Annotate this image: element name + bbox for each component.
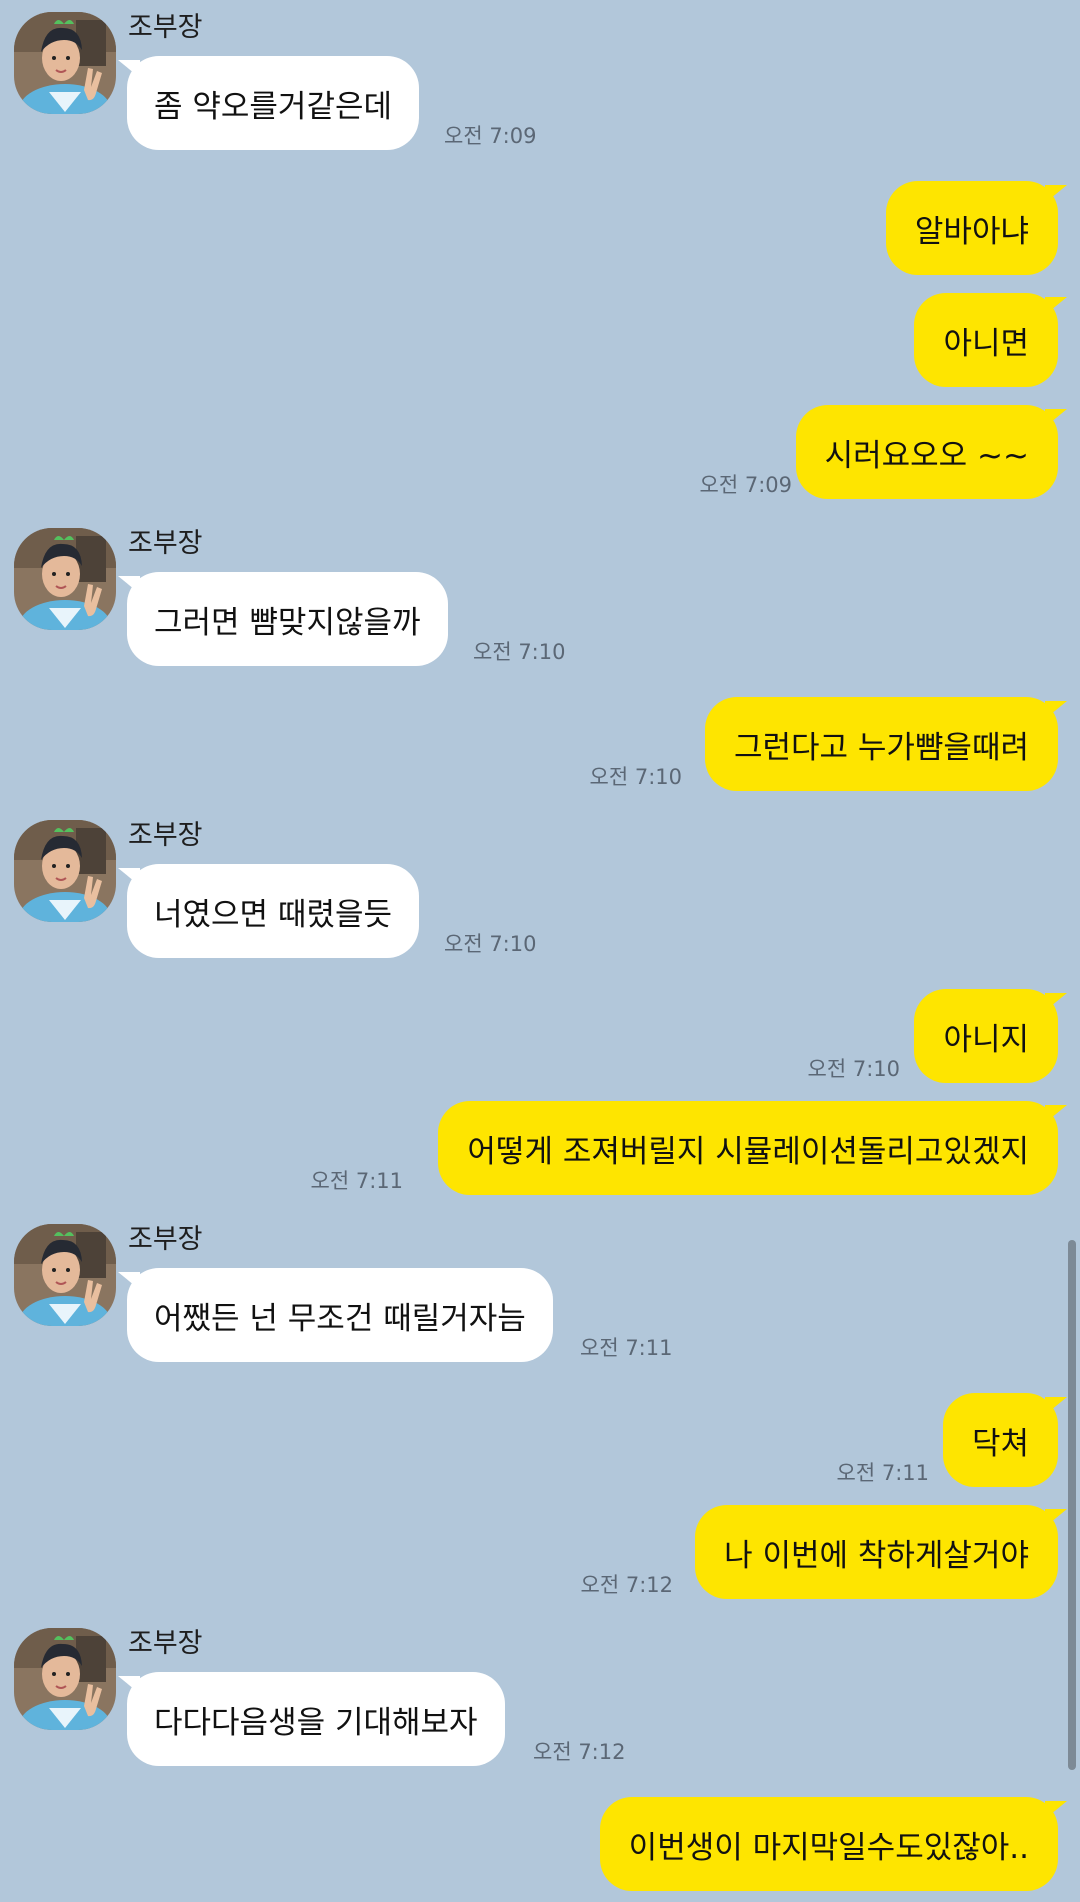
message-time: 오전 7:10 xyxy=(589,765,682,789)
message-time: 오전 7:11 xyxy=(310,1169,403,1193)
incoming-message[interactable]: 다다다음생을 기대해보자 xyxy=(118,1672,505,1766)
message-time: 오전 7:10 xyxy=(473,640,566,664)
message-time: 오전 7:12 xyxy=(580,1573,673,1597)
outgoing-message[interactable]: 아니면 xyxy=(914,293,1067,387)
incoming-message[interactable]: 너였으면 때렸을듯 xyxy=(117,864,420,958)
outgoing-message[interactable]: 나 이번에 착하게살거야 xyxy=(695,1505,1067,1599)
outgoing-message[interactable]: 닥쳐 xyxy=(942,1393,1068,1487)
incoming-message[interactable]: 그러면 뺨맞지않을까 xyxy=(118,572,448,666)
avatar[interactable] xyxy=(14,820,116,922)
message-time: 오전 7:12 xyxy=(533,1740,626,1764)
message-time: 오전 7:09 xyxy=(444,124,537,148)
profile-photo-icon xyxy=(14,1628,116,1730)
avatar[interactable] xyxy=(14,12,116,114)
sender-name: 조부장 xyxy=(128,12,203,43)
message-time: 오전 7:11 xyxy=(836,1461,929,1485)
scrollbar[interactable] xyxy=(1068,1240,1076,1770)
message-time: 오전 7:10 xyxy=(444,932,537,956)
sender-name: 조부장 xyxy=(128,820,203,851)
avatar[interactable] xyxy=(14,1224,116,1326)
outgoing-message[interactable]: 시러요오오 ~~ xyxy=(795,405,1068,499)
profile-photo-icon xyxy=(14,528,116,630)
message-time: 오전 7:11 xyxy=(580,1336,673,1360)
outgoing-message[interactable]: 알바아냐 xyxy=(885,181,1068,275)
message-time: 오전 7:10 xyxy=(807,1057,900,1081)
outgoing-message[interactable]: 아니지 xyxy=(914,989,1067,1083)
profile-photo-icon xyxy=(14,1224,116,1326)
sender-name: 조부장 xyxy=(128,1628,203,1659)
profile-photo-icon xyxy=(14,820,116,922)
sender-name: 조부장 xyxy=(128,528,203,559)
outgoing-message[interactable]: 어떻게 조져버릴지 시뮬레이션돌리고있겠지 xyxy=(438,1101,1067,1195)
profile-photo-icon xyxy=(14,12,116,114)
incoming-message[interactable]: 좀 약오를거같은데 xyxy=(117,56,420,150)
sender-name: 조부장 xyxy=(128,1224,203,1255)
avatar[interactable] xyxy=(14,1628,116,1730)
outgoing-message[interactable]: 그런다고 누가뺨을때려 xyxy=(704,697,1068,791)
avatar[interactable] xyxy=(14,528,116,630)
incoming-message[interactable]: 어쨌든 넌 무조건 때릴거자늠 xyxy=(118,1268,553,1362)
message-time: 오전 7:09 xyxy=(699,473,792,497)
outgoing-message[interactable]: 이번생이 마지막일수도있잖아.. xyxy=(599,1797,1068,1891)
